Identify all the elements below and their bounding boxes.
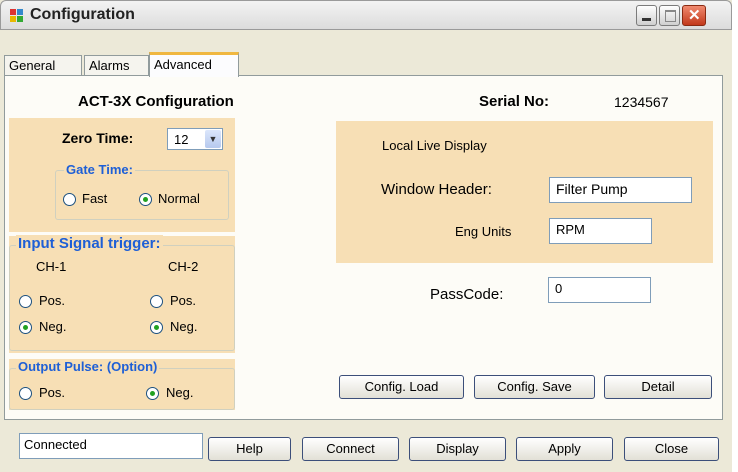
zero-time-label: Zero Time: (62, 130, 134, 146)
passcode-field[interactable]: 0 (548, 277, 651, 303)
output-pos-label: Pos. (39, 385, 66, 400)
tab-alarms[interactable]: Alarms (84, 55, 149, 76)
minimize-icon[interactable] (636, 5, 657, 26)
output-neg-label: Neg. (166, 385, 194, 400)
window-header-field[interactable]: Filter Pump (549, 177, 692, 203)
output-neg-radio[interactable] (146, 387, 159, 400)
serial-label: Serial No: (479, 93, 550, 110)
display-button[interactable]: Display (409, 437, 506, 461)
tab-advanced[interactable]: Advanced (149, 52, 239, 77)
live-display-section: Local Live Display Window Header: Filter… (336, 121, 713, 263)
output-pulse-legend: Output Pulse: (Option) (16, 359, 160, 374)
output-pos-radio[interactable] (19, 387, 32, 400)
close-button[interactable]: Close (624, 437, 719, 461)
app-icon (10, 9, 24, 23)
detail-button[interactable]: Detail (604, 375, 712, 399)
close-icon[interactable] (682, 5, 706, 26)
apply-button[interactable]: Apply (516, 437, 613, 461)
ch1-neg-radio[interactable] (19, 321, 32, 334)
zero-time-section: Zero Time: 12 ▼ Gate Time: Fast Normal (9, 118, 235, 232)
ch1-label: CH-1 (36, 259, 67, 274)
gate-fast-radio[interactable] (63, 193, 76, 206)
connect-button[interactable]: Connect (302, 437, 399, 461)
live-display-heading: Local Live Display (382, 138, 487, 153)
status-field: Connected (19, 433, 203, 459)
title-bar[interactable]: Configuration (0, 0, 732, 30)
gate-time-legend: Gate Time: (64, 162, 135, 177)
gate-time-group: Gate Time: Fast Normal (55, 162, 229, 220)
ch2-label: CH-2 (168, 259, 199, 274)
config-save-button[interactable]: Config. Save (474, 375, 595, 399)
serial-value: 1234567 (614, 94, 669, 110)
eng-units-label: Eng Units (455, 224, 512, 239)
zero-time-value: 12 (174, 132, 189, 147)
chevron-down-icon[interactable]: ▼ (205, 130, 221, 148)
config-title: ACT-3X Configuration (78, 93, 234, 110)
maximize-icon[interactable] (659, 5, 680, 26)
output-pulse-section: Output Pulse: (Option) Pos. Neg. (9, 359, 235, 410)
configuration-window: Configuration General Alarms Advanced AC… (0, 0, 732, 472)
config-load-button[interactable]: Config. Load (339, 375, 464, 399)
passcode-label: PassCode: (430, 286, 504, 303)
gate-normal-radio[interactable] (139, 193, 152, 206)
window-header-label: Window Header: (381, 181, 492, 198)
window-title: Configuration (30, 6, 135, 23)
ch1-neg-label: Neg. (39, 319, 67, 334)
tab-general[interactable]: General (4, 55, 82, 76)
gate-normal-label: Normal (158, 191, 200, 206)
zero-time-select[interactable]: 12 ▼ (167, 128, 223, 150)
ch2-neg-radio[interactable] (150, 321, 163, 334)
input-signal-section: Input Signal trigger: CH-1 CH-2 Pos. Pos… (9, 235, 235, 353)
advanced-tab-panel: ACT-3X Configuration Serial No: 1234567 … (4, 75, 723, 420)
help-button[interactable]: Help (208, 437, 291, 461)
ch1-pos-radio[interactable] (19, 295, 32, 308)
input-signal-group: Input Signal trigger: CH-1 CH-2 Pos. Pos… (9, 235, 235, 351)
input-signal-legend: Input Signal trigger: (16, 235, 163, 252)
eng-units-field[interactable]: RPM (549, 218, 652, 244)
ch1-pos-label: Pos. (39, 293, 66, 308)
ch2-neg-label: Neg. (170, 319, 198, 334)
ch2-pos-label: Pos. (170, 293, 197, 308)
ch2-pos-radio[interactable] (150, 295, 163, 308)
gate-fast-label: Fast (82, 191, 108, 206)
output-pulse-group: Output Pulse: (Option) Pos. Neg. (9, 359, 235, 410)
